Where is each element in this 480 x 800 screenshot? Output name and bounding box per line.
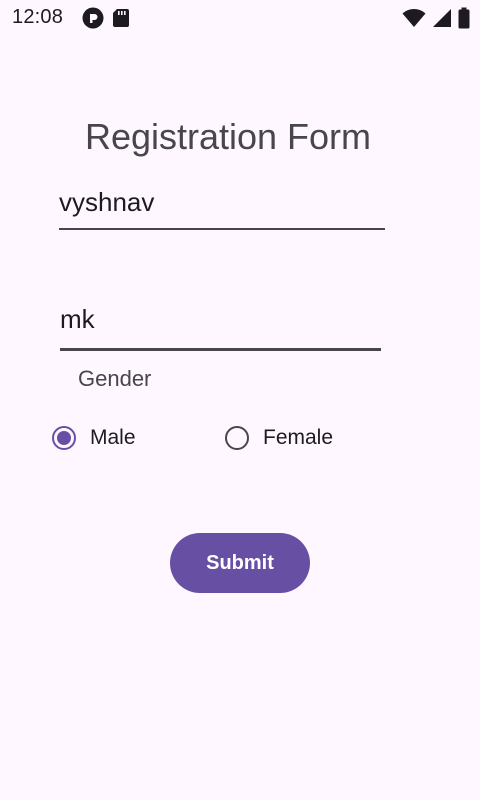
radio-dot [57, 431, 71, 445]
battery-icon [458, 7, 470, 34]
first-name-input[interactable] [59, 176, 385, 230]
radio-selected-icon [52, 426, 76, 450]
page-title: Registration Form [84, 116, 372, 157]
status-right-icons [402, 7, 470, 34]
gender-radio-female-label: Female [263, 426, 334, 449]
gender-label: Gender [78, 366, 152, 391]
pocket-casts-icon [82, 7, 104, 34]
wifi-icon [402, 8, 426, 33]
sd-card-icon [112, 8, 130, 33]
last-name-input[interactable] [60, 290, 381, 351]
gender-radio-male[interactable]: Male [52, 422, 136, 454]
gender-radio-male-label: Male [90, 426, 136, 449]
status-time: 12:08 [12, 6, 64, 28]
gender-radio-female[interactable]: Female [225, 422, 333, 454]
submit-button[interactable]: Submit [170, 533, 310, 593]
cell-signal-icon [432, 8, 452, 33]
status-left-icons [82, 7, 130, 34]
radio-unselected-icon [225, 426, 249, 450]
status-bar: 12:08 [0, 0, 480, 36]
